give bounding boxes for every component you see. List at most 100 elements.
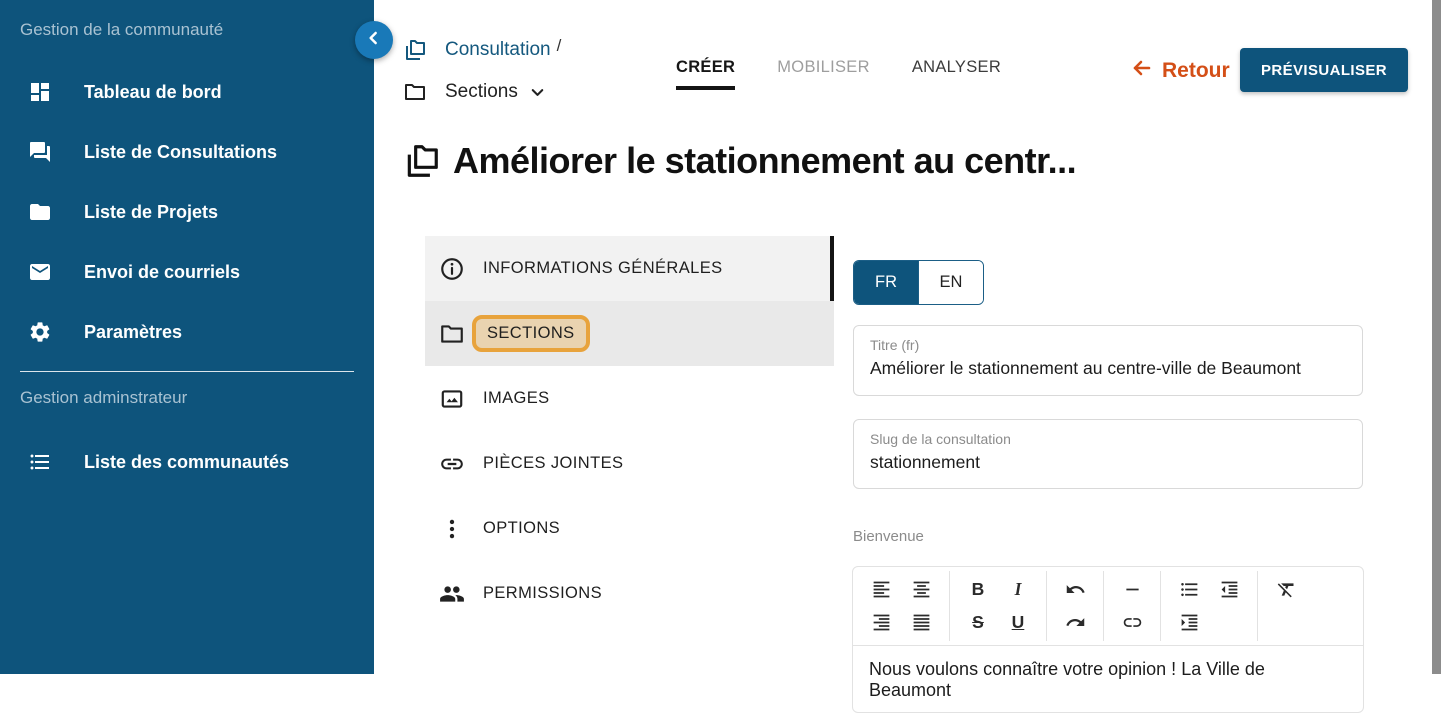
slug-field-label: Slug de la consultation [870, 431, 1346, 447]
sidebar-item-label: Paramètres [84, 322, 182, 343]
breadcrumb: Consultation / Sections [403, 36, 561, 120]
folder-outline-icon [439, 321, 465, 347]
tab-mobiliser[interactable]: MOBILISER [777, 58, 870, 86]
sidebar-section-admin: Gestion adminstrateur [20, 388, 187, 408]
toolbar-group-clear [1258, 571, 1314, 641]
preview-button[interactable]: PRÉVISUALISER [1240, 48, 1408, 92]
breadcrumb-level1-label: Consultation [445, 39, 551, 61]
sidebar-item-communities[interactable]: Liste des communautés [0, 432, 374, 492]
welcome-editor: B I S U Nous voulons connaître votre opi… [852, 566, 1364, 713]
consultation-menu: INFORMATIONS GÉNÉRALES SECTIONS IMAGES P… [425, 236, 834, 626]
tab-creer[interactable]: CRÉER [676, 58, 735, 90]
group-icon [439, 581, 465, 607]
toolbar-group-list [1161, 571, 1258, 641]
menu-item-label: PERMISSIONS [483, 584, 602, 603]
tab-analyser[interactable]: ANALYSER [912, 58, 1001, 86]
align-justify-icon[interactable] [901, 606, 941, 639]
toolbar-spacer [1209, 606, 1249, 639]
menu-item-label: PIÈCES JOINTES [483, 454, 623, 473]
dashboard-icon [28, 80, 52, 104]
sidebar-item-emails[interactable]: Envoi de courriels [0, 242, 374, 302]
language-tabs: FR EN [853, 260, 984, 305]
folder-copy-icon [403, 142, 441, 180]
title-field-value: Améliorer le stationnement au centre-vil… [870, 358, 1346, 379]
menu-item-permissions[interactable]: PERMISSIONS [425, 561, 834, 626]
breadcrumb-separator: / [557, 36, 562, 56]
menu-item-images[interactable]: IMAGES [425, 366, 834, 431]
sidebar-item-projects[interactable]: Liste de Projets [0, 182, 374, 242]
bold-icon[interactable]: B [958, 573, 998, 606]
breadcrumb-level2-label: Sections [445, 81, 518, 103]
title-field[interactable]: Titre (fr) Améliorer le stationnement au… [853, 325, 1363, 396]
strikethrough-icon[interactable]: S [958, 606, 998, 639]
menu-item-label: OPTIONS [483, 519, 560, 538]
link-icon [439, 451, 465, 477]
breadcrumb-consultation[interactable]: Consultation / [403, 36, 561, 64]
align-left-icon[interactable] [861, 573, 901, 606]
toolbar-group-style: B I S U [950, 571, 1047, 641]
indent-increase-icon[interactable] [1169, 606, 1209, 639]
sidebar-item-label: Liste des communautés [84, 452, 289, 473]
arrow-left-icon [1130, 56, 1154, 86]
sidebar: Gestion de la communauté Tableau de bord… [0, 0, 374, 674]
menu-item-label: INFORMATIONS GÉNÉRALES [483, 259, 723, 278]
back-link[interactable]: Retour [1130, 56, 1230, 86]
title-field-label: Titre (fr) [870, 337, 1346, 353]
gear-icon [28, 320, 52, 344]
chevron-left-icon [364, 28, 384, 53]
editor-content[interactable]: Nous voulons connaître votre opinion ! L… [853, 646, 1363, 712]
indent-decrease-icon[interactable] [1209, 573, 1249, 606]
editor-toolbar: B I S U [853, 567, 1363, 646]
menu-item-pieces-jointes[interactable]: PIÈCES JOINTES [425, 431, 834, 496]
folder-copy-icon [403, 38, 427, 62]
image-icon [439, 386, 465, 412]
annotation-highlight: SECTIONS [472, 315, 590, 352]
chat-icon [28, 140, 52, 164]
list-icon [28, 450, 52, 474]
toolbar-spacer [1266, 606, 1306, 639]
toolbar-group-insert [1104, 571, 1161, 641]
sidebar-item-label: Liste de Projets [84, 202, 218, 223]
more-vert-icon [439, 516, 465, 542]
back-label: Retour [1162, 59, 1230, 83]
redo-icon[interactable] [1055, 606, 1095, 639]
sidebar-item-label: Tableau de bord [84, 82, 222, 103]
horizontal-rule-icon[interactable] [1112, 573, 1152, 606]
folder-outline-icon [403, 80, 427, 104]
bullet-list-icon[interactable] [1169, 573, 1209, 606]
sidebar-collapse-button[interactable] [355, 21, 393, 59]
mail-icon [28, 260, 52, 284]
undo-icon[interactable] [1055, 573, 1095, 606]
info-icon [439, 256, 465, 282]
clear-formatting-icon[interactable] [1266, 573, 1306, 606]
lang-tab-fr[interactable]: FR [854, 261, 918, 304]
slug-field[interactable]: Slug de la consultation stationnement [853, 419, 1363, 489]
toolbar-group-align [853, 571, 950, 641]
menu-item-sections[interactable]: SECTIONS [425, 301, 834, 366]
sidebar-item-consultations[interactable]: Liste de Consultations [0, 122, 374, 182]
menu-item-label: SECTIONS [487, 324, 575, 342]
breadcrumb-sections[interactable]: Sections [403, 78, 561, 106]
welcome-label: Bienvenue [853, 528, 924, 545]
folder-icon [28, 200, 52, 224]
chevron-down-icon[interactable] [528, 83, 547, 102]
sidebar-section-community: Gestion de la communauté [20, 20, 223, 40]
header-tabs: CRÉER MOBILISER ANALYSER [676, 58, 1001, 90]
slug-field-value: stationnement [870, 452, 1346, 473]
sidebar-item-dashboard[interactable]: Tableau de bord [0, 62, 374, 122]
lang-tab-en[interactable]: EN [918, 261, 983, 304]
italic-icon[interactable]: I [998, 573, 1038, 606]
page-title: Améliorer le stationnement au centr... [403, 140, 1076, 182]
sidebar-item-label: Envoi de courriels [84, 262, 240, 283]
underline-icon[interactable]: U [998, 606, 1038, 639]
toolbar-group-history [1047, 571, 1104, 641]
sidebar-item-settings[interactable]: Paramètres [0, 302, 374, 362]
link-icon[interactable] [1112, 606, 1152, 639]
menu-item-informations-generales[interactable]: INFORMATIONS GÉNÉRALES [425, 236, 834, 301]
align-center-icon[interactable] [901, 573, 941, 606]
sidebar-divider [20, 371, 354, 372]
vertical-scrollbar[interactable] [1432, 0, 1441, 674]
menu-item-options[interactable]: OPTIONS [425, 496, 834, 561]
sidebar-item-label: Liste de Consultations [84, 142, 277, 163]
align-right-icon[interactable] [861, 606, 901, 639]
